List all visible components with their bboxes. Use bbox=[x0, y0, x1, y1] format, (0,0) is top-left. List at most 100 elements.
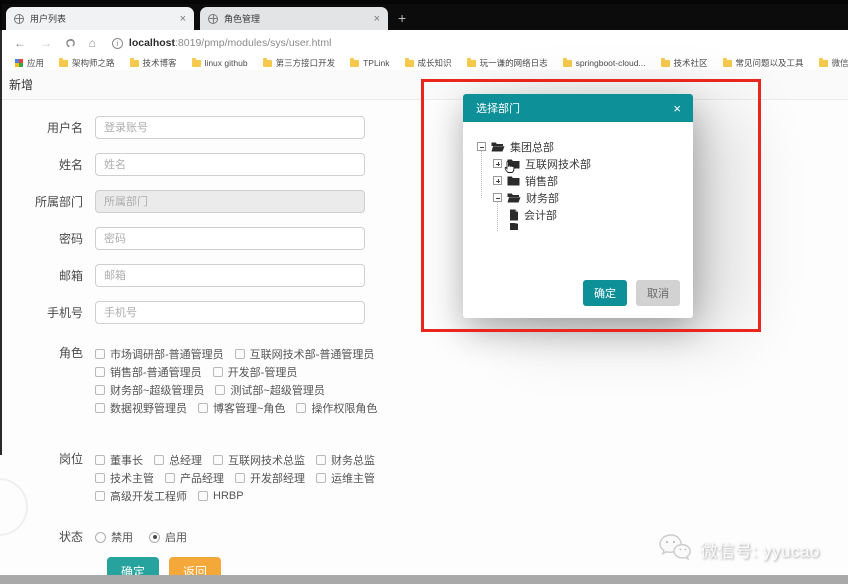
status-radio-禁用[interactable]: 禁用 bbox=[95, 529, 133, 545]
checkbox-icon[interactable] bbox=[198, 403, 208, 413]
checkbox-icon[interactable] bbox=[234, 349, 245, 359]
bookmark-item[interactable]: 技术博客 bbox=[129, 57, 177, 69]
status-radio-label: 启用 bbox=[165, 532, 187, 544]
role-checkbox-item[interactable]: 数据视野管理员 bbox=[95, 400, 187, 416]
collapse-icon[interactable] bbox=[493, 193, 502, 202]
back-icon[interactable]: ← bbox=[14, 36, 26, 50]
tree-node-label: 财务部 bbox=[526, 192, 559, 205]
bookmark-item[interactable]: 玩一谦的网络日志 bbox=[466, 57, 548, 69]
checkbox-icon[interactable] bbox=[296, 403, 307, 413]
form-row: 手机号 bbox=[0, 301, 848, 324]
bookmark-item[interactable]: 架构师之路 bbox=[59, 57, 115, 69]
tree-node-会计部[interactable]: 会计部 bbox=[477, 206, 693, 223]
position-row: 董事长 总经理 互联网技术总监 财务总监 bbox=[95, 451, 386, 469]
checkbox-icon[interactable] bbox=[95, 349, 105, 359]
status-radio-启用[interactable]: 启用 bbox=[149, 529, 187, 545]
position-checkbox-item[interactable]: 高级开发工程师 bbox=[95, 488, 187, 504]
checkbox-icon[interactable] bbox=[212, 367, 223, 377]
position-checkbox-item[interactable]: HRBP bbox=[198, 490, 244, 502]
roles-label: 角色 bbox=[58, 346, 83, 360]
position-checkbox-item[interactable]: 运维主管 bbox=[316, 470, 375, 486]
checkbox-icon[interactable] bbox=[95, 473, 105, 483]
field-input-手机号[interactable] bbox=[95, 301, 365, 324]
bookmark-item[interactable]: 成长知识 bbox=[404, 57, 452, 69]
bookmark-label: 技术社区 bbox=[673, 58, 708, 68]
checkbox-icon[interactable] bbox=[95, 385, 105, 395]
position-checkbox-item[interactable]: 开发部经理 bbox=[235, 470, 305, 486]
reload-icon[interactable]: C bbox=[63, 38, 78, 49]
bookmark-item[interactable]: TPLink bbox=[350, 57, 390, 68]
checkbox-icon[interactable] bbox=[95, 491, 105, 501]
page-info-icon[interactable]: i bbox=[111, 37, 123, 49]
document-icon bbox=[509, 209, 519, 221]
field-input-密码[interactable] bbox=[95, 227, 365, 250]
checkbox-icon[interactable] bbox=[316, 473, 326, 483]
position-checkbox-item[interactable]: 技术主管 bbox=[95, 470, 154, 486]
dialog-ok-button[interactable]: 确定 bbox=[583, 280, 627, 306]
checkbox-icon[interactable] bbox=[198, 491, 208, 501]
bookmark-item[interactable]: 常见问题以及工具 bbox=[722, 57, 804, 69]
position-checkbox-item[interactable]: 互联网技术总监 bbox=[213, 452, 305, 468]
new-tab-button[interactable]: + bbox=[398, 10, 406, 26]
role-checkbox-item[interactable]: 财务部~超级管理员 bbox=[95, 382, 204, 398]
browser-tab-1[interactable]: 用户列表 × bbox=[6, 7, 194, 30]
checkbox-icon[interactable] bbox=[316, 455, 326, 465]
bookmark-item[interactable]: linux github bbox=[191, 57, 248, 68]
bookmark-item[interactable]: 技术社区 bbox=[660, 57, 708, 69]
dialog-cancel-button[interactable]: 取消 bbox=[636, 280, 680, 306]
close-icon[interactable]: × bbox=[673, 101, 681, 116]
field-input-姓名[interactable] bbox=[95, 153, 365, 176]
tree-node-财务部[interactable]: 财务部 bbox=[477, 189, 693, 206]
expand-icon[interactable] bbox=[493, 176, 502, 185]
position-row: 高级开发工程师 HRBP bbox=[95, 487, 386, 505]
positions-label: 岗位 bbox=[58, 452, 83, 466]
position-checkbox-item[interactable]: 产品经理 bbox=[165, 470, 224, 486]
browser-tab-2[interactable]: 角色管理 × bbox=[200, 7, 388, 30]
tab-close-icon[interactable]: × bbox=[374, 13, 380, 25]
page-title: 新增 bbox=[9, 78, 34, 92]
role-checkbox-item[interactable]: 销售部-普通管理员 bbox=[95, 364, 202, 380]
tree-node-clipped[interactable] bbox=[477, 223, 693, 230]
role-checkbox-item[interactable]: 博客管理~角色 bbox=[198, 400, 285, 416]
checkbox-icon[interactable] bbox=[95, 403, 105, 413]
bookmark-item[interactable]: 第三方接口开发 bbox=[262, 57, 335, 69]
forward-icon[interactable]: → bbox=[40, 36, 52, 50]
role-checkbox-item[interactable]: 操作权限角色 bbox=[296, 400, 377, 416]
tab-close-icon[interactable]: × bbox=[180, 13, 186, 25]
url-field[interactable]: i localhost:8019/pmp/modules/sys/user.ht… bbox=[111, 37, 332, 49]
bookmark-item[interactable]: springboot-cloud... bbox=[562, 57, 646, 68]
expand-icon[interactable] bbox=[493, 159, 502, 168]
checkbox-icon[interactable] bbox=[154, 455, 164, 465]
role-checkbox-item[interactable]: 测试部~超级管理员 bbox=[215, 382, 325, 398]
collapse-icon[interactable] bbox=[477, 142, 486, 151]
field-input-所属部门[interactable] bbox=[95, 190, 365, 213]
position-checkbox-item[interactable]: 总经理 bbox=[154, 452, 202, 468]
field-input-用户名[interactable] bbox=[95, 116, 365, 139]
checkbox-icon[interactable] bbox=[95, 455, 105, 465]
bookmark-item[interactable]: 应用 bbox=[15, 57, 44, 69]
home-icon[interactable]: ⌂ bbox=[89, 36, 96, 50]
bookmark-item[interactable]: 微信支付宝开发 bbox=[818, 57, 848, 69]
radio-icon[interactable] bbox=[95, 531, 106, 543]
radio-icon[interactable] bbox=[149, 531, 160, 543]
form-row: 用户名 bbox=[0, 116, 848, 139]
field-label: 用户名 bbox=[46, 121, 83, 135]
position-checkbox-item[interactable]: 财务总监 bbox=[316, 452, 375, 468]
tree-node-互联网技术部[interactable]: 互联网技术部 bbox=[477, 155, 693, 173]
checkbox-icon[interactable] bbox=[235, 473, 245, 483]
bookmark-folder-icon bbox=[466, 57, 476, 67]
url-path: :8019/pmp/modules/sys/user.html bbox=[175, 37, 332, 49]
checkbox-icon[interactable] bbox=[213, 455, 223, 465]
tree-node-集团总部[interactable]: 集团总部 bbox=[477, 138, 693, 155]
form-row: 所属部门 bbox=[0, 190, 848, 213]
role-checkbox-item[interactable]: 市场调研部-普通管理员 bbox=[95, 346, 224, 362]
role-checkbox-item[interactable]: 开发部-管理员 bbox=[212, 364, 297, 380]
checkbox-icon[interactable] bbox=[165, 473, 175, 483]
field-input-邮箱[interactable] bbox=[95, 264, 365, 287]
bookmark-folder-icon bbox=[191, 57, 201, 67]
checkbox-icon[interactable] bbox=[95, 367, 105, 377]
role-checkbox-item[interactable]: 互联网技术部-普通管理员 bbox=[234, 346, 374, 362]
checkbox-icon[interactable] bbox=[215, 385, 226, 395]
dialog-title: 选择部门 bbox=[476, 103, 520, 115]
position-checkbox-item[interactable]: 董事长 bbox=[95, 452, 143, 468]
